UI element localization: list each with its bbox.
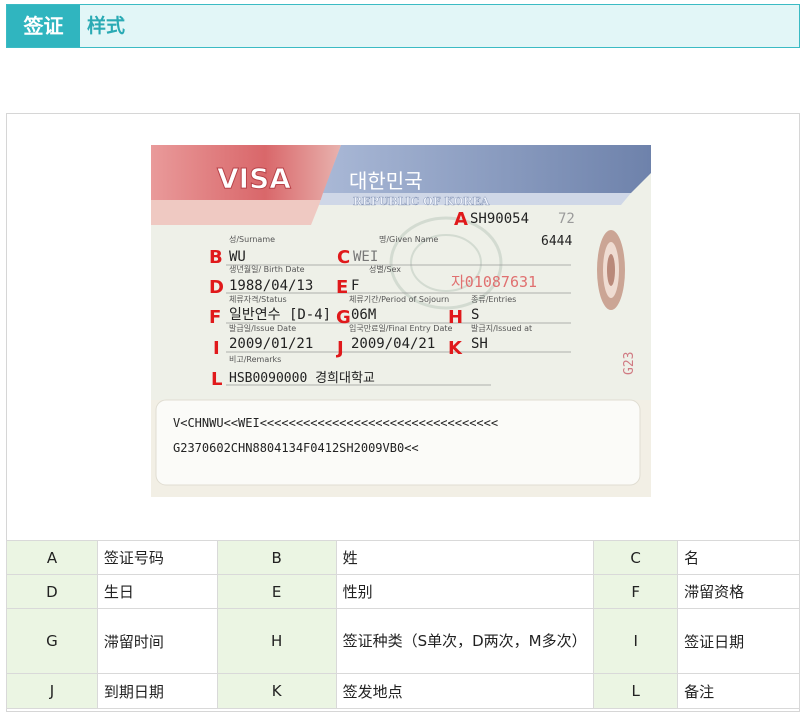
final-date-value: 2009/04/21 [351, 336, 435, 352]
legend-key: B [216, 540, 337, 575]
section-header: 签证 样式 [6, 4, 800, 48]
issued-at-label: 발급지/Issued at [471, 323, 532, 333]
marker-l: L [211, 369, 222, 390]
legend-value: 到期日期 [96, 673, 218, 709]
given-name-label: 명/Given Name [379, 234, 438, 244]
period-value: 06M [351, 307, 376, 323]
table-row: J 到期日期 K 签发地点 L 备注 [6, 673, 800, 709]
birth-value: 1988/04/13 [229, 278, 313, 294]
visa-number-tail: 72 [558, 211, 575, 227]
legend-value: 签证号码 [96, 540, 218, 575]
status-label: 체류자격/Status [229, 294, 287, 304]
visa-top-right-code: 6444 [541, 234, 572, 249]
section-title: 样式 [87, 15, 126, 37]
legend-key: C [593, 540, 679, 575]
visa-image: 성/Surname 명/Given Name 생년월일/ Birth Date … [151, 145, 651, 497]
visa-emblem-icon [597, 230, 625, 310]
issued-at-value: SH [471, 336, 488, 352]
sex-label: 성별/Sex [369, 264, 401, 274]
legend-value: 签证日期 [677, 608, 800, 674]
table-row: D 生日 E 性别 F 滞留资格 [6, 574, 800, 609]
entries-value: S [471, 307, 479, 323]
table-row: A 签证号码 B 姓 C 名 [6, 540, 800, 575]
remarks-label: 비고/Remarks [229, 355, 281, 364]
legend-value: 滞留资格 [677, 574, 800, 609]
legend-value: 签发地点 [335, 673, 595, 709]
legend-key: E [216, 574, 337, 609]
legend-key: G [6, 608, 98, 674]
table-row: G 滞留时间 H 签证种类（S单次，D两次，M多次） I 签证日期 [6, 608, 800, 674]
legend-key: F [593, 574, 679, 609]
legend-value: 签证种类（S单次，D两次，M多次） [335, 608, 595, 674]
issue-date-value: 2009/01/21 [229, 336, 313, 352]
mrz-line-2: G2370602CHN8804134F0412SH2009VB0<< [173, 441, 419, 455]
field-legend-table: A 签证号码 B 姓 C 名 D 生日 E 性别 F 滞留资格 G 滞留时间 H… [6, 540, 800, 709]
marker-i: I [213, 338, 220, 359]
period-label: 체류기간/Period of Sojourn [349, 294, 449, 304]
marker-f: F [209, 307, 221, 328]
legend-value: 滞留时间 [96, 608, 218, 674]
legend-value: 性别 [335, 574, 595, 609]
legend-key: D [6, 574, 98, 609]
country-english: REPUBLIC OF KOREA [353, 195, 490, 208]
birth-label: 생년월일/ Birth Date [229, 264, 305, 274]
marker-b: B [209, 247, 223, 268]
visa-red-number: 자01087631 [451, 273, 537, 291]
status-value: 일반연수 [D-4] [229, 307, 331, 323]
given-name-value: WEI [353, 249, 378, 265]
remarks-value: HSB0090000 경희대학교 [229, 371, 375, 386]
legend-key: I [593, 608, 679, 674]
visa-side-code: G23 [622, 352, 637, 375]
marker-a: A [454, 209, 468, 230]
marker-j: J [335, 338, 344, 359]
visa-number: SH90054 [470, 211, 529, 227]
legend-value: 生日 [96, 574, 218, 609]
legend-key: L [593, 673, 679, 709]
visa-word: VISA [217, 162, 291, 195]
marker-c: C [337, 247, 350, 268]
legend-key: J [6, 673, 98, 709]
legend-value: 名 [677, 540, 800, 575]
legend-value: 备注 [677, 673, 800, 709]
marker-k: K [448, 338, 463, 359]
surname-label: 성/Surname [229, 235, 275, 244]
section-tab[interactable]: 签证 [7, 5, 80, 47]
entries-label: 종류/Entries [471, 295, 516, 304]
sex-value: F [351, 278, 359, 294]
country-korean: 대한민국 [349, 169, 423, 193]
final-date-label: 입국만료일/Final Entry Date [349, 324, 453, 333]
issue-date-label: 발급일/Issue Date [229, 323, 296, 333]
mrz-line-1: V<CHNWU<<WEI<<<<<<<<<<<<<<<<<<<<<<<<<<<<… [173, 416, 498, 430]
marker-h: H [448, 307, 463, 328]
surname-value: WU [229, 249, 246, 265]
marker-g: G [336, 307, 351, 328]
legend-key: A [6, 540, 98, 575]
legend-value: 姓 [335, 540, 595, 575]
marker-e: E [336, 277, 348, 298]
marker-d: D [209, 277, 224, 298]
legend-key: H [216, 608, 337, 674]
legend-key: K [216, 673, 337, 709]
